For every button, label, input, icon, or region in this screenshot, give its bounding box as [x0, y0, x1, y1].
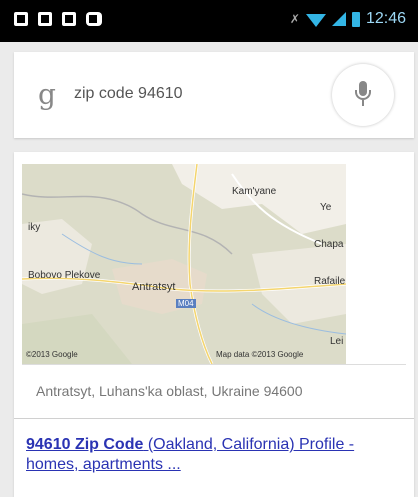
search-query-text[interactable]: zip code 94610 — [74, 85, 183, 103]
road-shield: M04 — [176, 299, 196, 308]
map-attribution-right: Map data ©2013 Google — [216, 350, 304, 359]
cell-signal-icon — [331, 12, 346, 26]
system-icons: ✗ 12:46 — [290, 10, 406, 28]
notification-icon — [14, 12, 28, 26]
map-label: Bobovo Plekove — [28, 270, 101, 281]
status-bar: ✗ 12:46 — [0, 0, 418, 42]
map-graphic — [22, 164, 346, 364]
result-link-title[interactable]: 94610 Zip Code — [26, 436, 143, 453]
phone-screen: ✗ 12:46 g zip code 94610 Kam'yane Ye iky… — [0, 0, 418, 497]
result-card: Kam'yane Ye iky Chapa Bobovo Plekove Raf… — [14, 152, 414, 497]
map-town-label: Antratsyt — [132, 281, 176, 293]
map-label: iky — [28, 222, 41, 233]
map-label: Chapa — [314, 239, 344, 250]
map-view[interactable]: Kam'yane Ye iky Chapa Bobovo Plekove Raf… — [22, 164, 346, 364]
search-result-link[interactable]: 94610 Zip Code (Oakland, California) Pro… — [26, 435, 406, 475]
battery-icon — [351, 11, 360, 27]
divider — [14, 418, 414, 419]
search-bar[interactable]: g zip code 94610 — [14, 52, 414, 138]
location-address: Antratsyt, Luhans'ka oblast, Ukraine 946… — [36, 383, 303, 399]
notification-area — [14, 12, 102, 26]
microphone-stand — [355, 90, 371, 100]
clock: 12:46 — [365, 10, 406, 27]
divider — [22, 364, 406, 365]
map-label: Kam'yane — [232, 186, 277, 197]
microphone-base — [362, 100, 364, 106]
wifi-icon — [305, 13, 326, 27]
no-sim-icon: ✗ — [289, 12, 300, 26]
notification-icon — [38, 12, 52, 26]
notification-icon — [62, 12, 76, 26]
map-label: Rafaile — [314, 276, 346, 287]
google-g-icon: g — [38, 78, 56, 111]
game-controller-icon — [86, 12, 102, 26]
map-label: Ye — [320, 202, 332, 213]
voice-search-button[interactable] — [332, 64, 394, 126]
map-label: Lei — [330, 336, 344, 347]
map-attribution-left: ©2013 Google — [26, 350, 78, 359]
